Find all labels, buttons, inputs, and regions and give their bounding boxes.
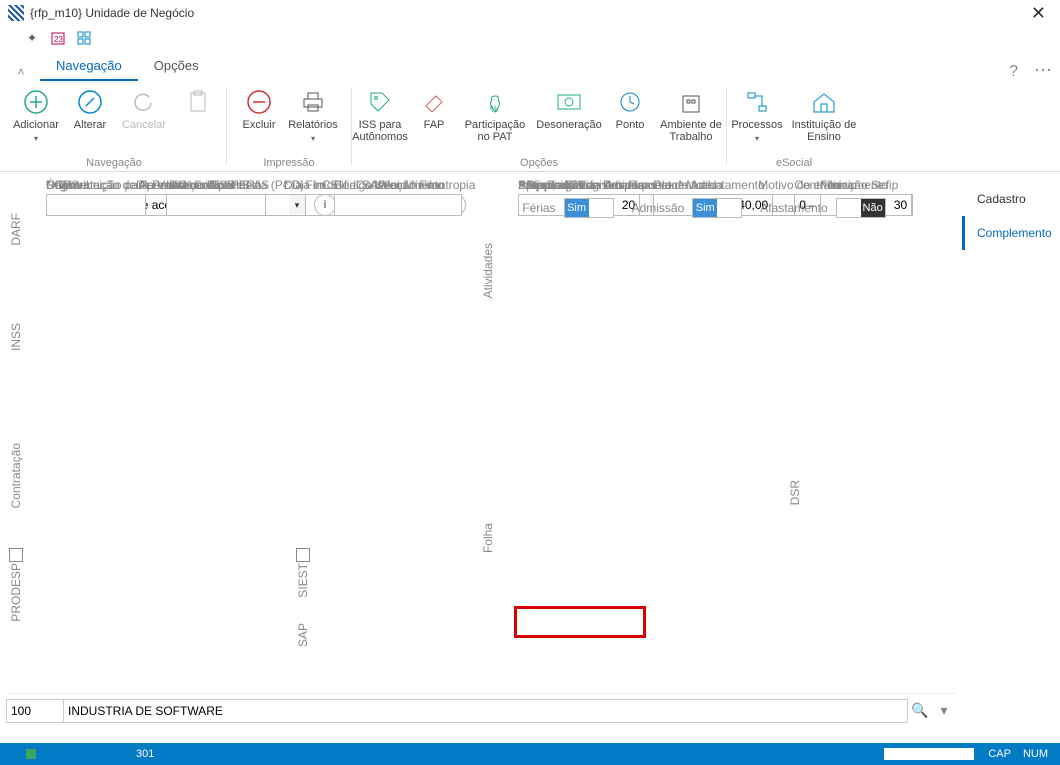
grid-icon[interactable]	[76, 30, 92, 46]
ribbon-toggle-icon[interactable]: ˄	[12, 63, 30, 81]
prodesp-checkbox[interactable]	[9, 548, 23, 562]
ferias-label: Férias	[522, 201, 555, 215]
clipboard-icon	[184, 88, 212, 116]
section-sap: SAP	[296, 623, 310, 647]
delete-button[interactable]: Excluir	[235, 88, 283, 131]
building-icon	[677, 88, 705, 116]
clock-icon	[616, 88, 644, 116]
processos-button[interactable]: Processos ▾	[727, 88, 787, 143]
money-icon	[555, 88, 583, 116]
ferias-toggle[interactable]: Sim	[564, 198, 614, 218]
iss-button[interactable]: ISS para Autônomos	[350, 88, 410, 143]
flow-icon	[743, 88, 771, 116]
svg-text:23: 23	[54, 35, 63, 44]
collapse-icon[interactable]: ✦	[24, 30, 40, 46]
school-icon	[810, 88, 838, 116]
tab-opcoes[interactable]: Opções	[138, 52, 215, 81]
printer-icon	[299, 88, 327, 116]
window-title: {rfp_m10} Unidade de Negócio	[30, 6, 1025, 20]
section-siest: SIEST	[296, 563, 310, 598]
pencil-icon	[76, 88, 104, 116]
info-icon[interactable]: i	[314, 194, 336, 216]
group-navegacao: Navegação	[86, 157, 142, 169]
section-darf: DARF	[9, 213, 23, 246]
reports-button[interactable]: Relatórios ▾	[283, 88, 343, 143]
afastamento-label: Afastamento	[760, 201, 827, 215]
minus-icon	[245, 88, 273, 116]
search-desc-input[interactable]	[64, 699, 908, 723]
progress-bar	[884, 748, 974, 760]
siest-checkbox[interactable]	[296, 548, 310, 562]
admissao-label: Admissão	[632, 201, 685, 215]
apple-icon: %	[481, 88, 509, 116]
desoneracao-button[interactable]: Desoneração	[532, 88, 606, 131]
help-icon[interactable]: ?	[1001, 63, 1026, 81]
highlight-box	[514, 606, 646, 638]
plus-icon	[22, 88, 50, 116]
group-opcoes: Opções	[520, 157, 558, 169]
ud-input[interactable]	[46, 194, 146, 216]
group-impressao: Impressão	[263, 157, 314, 169]
fap-button[interactable]: FAP	[410, 88, 458, 131]
section-dsr: DSR	[788, 480, 802, 505]
svg-text:%: %	[490, 104, 498, 114]
search-code-input[interactable]	[6, 699, 64, 723]
lotacao-label: Lotação/Exercício	[166, 178, 266, 192]
status-cap: CAP	[988, 748, 1011, 760]
chevron-down-icon: ▾	[34, 134, 38, 143]
ambiente-button[interactable]: Ambiente de Trabalho	[654, 88, 728, 143]
tab-navegacao[interactable]: Navegação	[40, 52, 138, 81]
pat-button[interactable]: % Participação no PAT	[458, 88, 532, 143]
sidetab-cadastro[interactable]: Cadastro	[962, 182, 1060, 216]
edit-button[interactable]: Alterar	[66, 88, 114, 131]
filialsap-label: Filial SAP	[334, 178, 462, 192]
lotacao-input[interactable]	[166, 194, 266, 216]
search-icon[interactable]: 🔍	[908, 702, 932, 719]
undo-icon	[130, 88, 158, 116]
add-button[interactable]: Adicionar ▾	[6, 88, 66, 143]
status-num: NUM	[1023, 748, 1048, 760]
ud-label: U.D	[46, 178, 146, 192]
cancel-button: Cancelar	[114, 88, 174, 131]
status-count: 301	[136, 748, 154, 760]
paste-button	[174, 88, 222, 116]
tag-icon	[366, 88, 394, 116]
instituicao-button[interactable]: Instituição de Ensino	[787, 88, 861, 143]
chevron-down-icon: ▾	[311, 134, 315, 143]
prop-label: Proporcionaliza Adiantamento	[518, 178, 913, 192]
sidetab-complemento[interactable]: Complemento	[962, 216, 1060, 250]
section-prodesp: PRODESP	[9, 563, 23, 622]
chevron-down-icon: ▾	[755, 134, 759, 143]
more-icon[interactable]: ⋯	[1026, 60, 1060, 81]
close-icon[interactable]: ✕	[1025, 3, 1052, 24]
section-folha: Folha	[481, 523, 495, 553]
filialsap-input[interactable]	[334, 194, 462, 216]
section-atividades: Atividades	[481, 243, 495, 298]
afastamento-toggle[interactable]: Não	[836, 198, 886, 218]
admissao-toggle[interactable]: Sim	[692, 198, 742, 218]
filter-icon[interactable]: ▾	[932, 702, 956, 719]
chevron-down-icon: ▾	[289, 194, 306, 216]
section-contratacao: Contratação	[9, 443, 23, 508]
eraser-icon	[420, 88, 448, 116]
calendar-icon[interactable]: 23	[50, 30, 66, 46]
ponto-button[interactable]: Ponto	[606, 88, 654, 131]
status-indicator	[26, 749, 36, 759]
group-esocial: eSocial	[776, 157, 812, 169]
app-logo	[8, 5, 24, 21]
section-inss: INSS	[9, 323, 23, 351]
